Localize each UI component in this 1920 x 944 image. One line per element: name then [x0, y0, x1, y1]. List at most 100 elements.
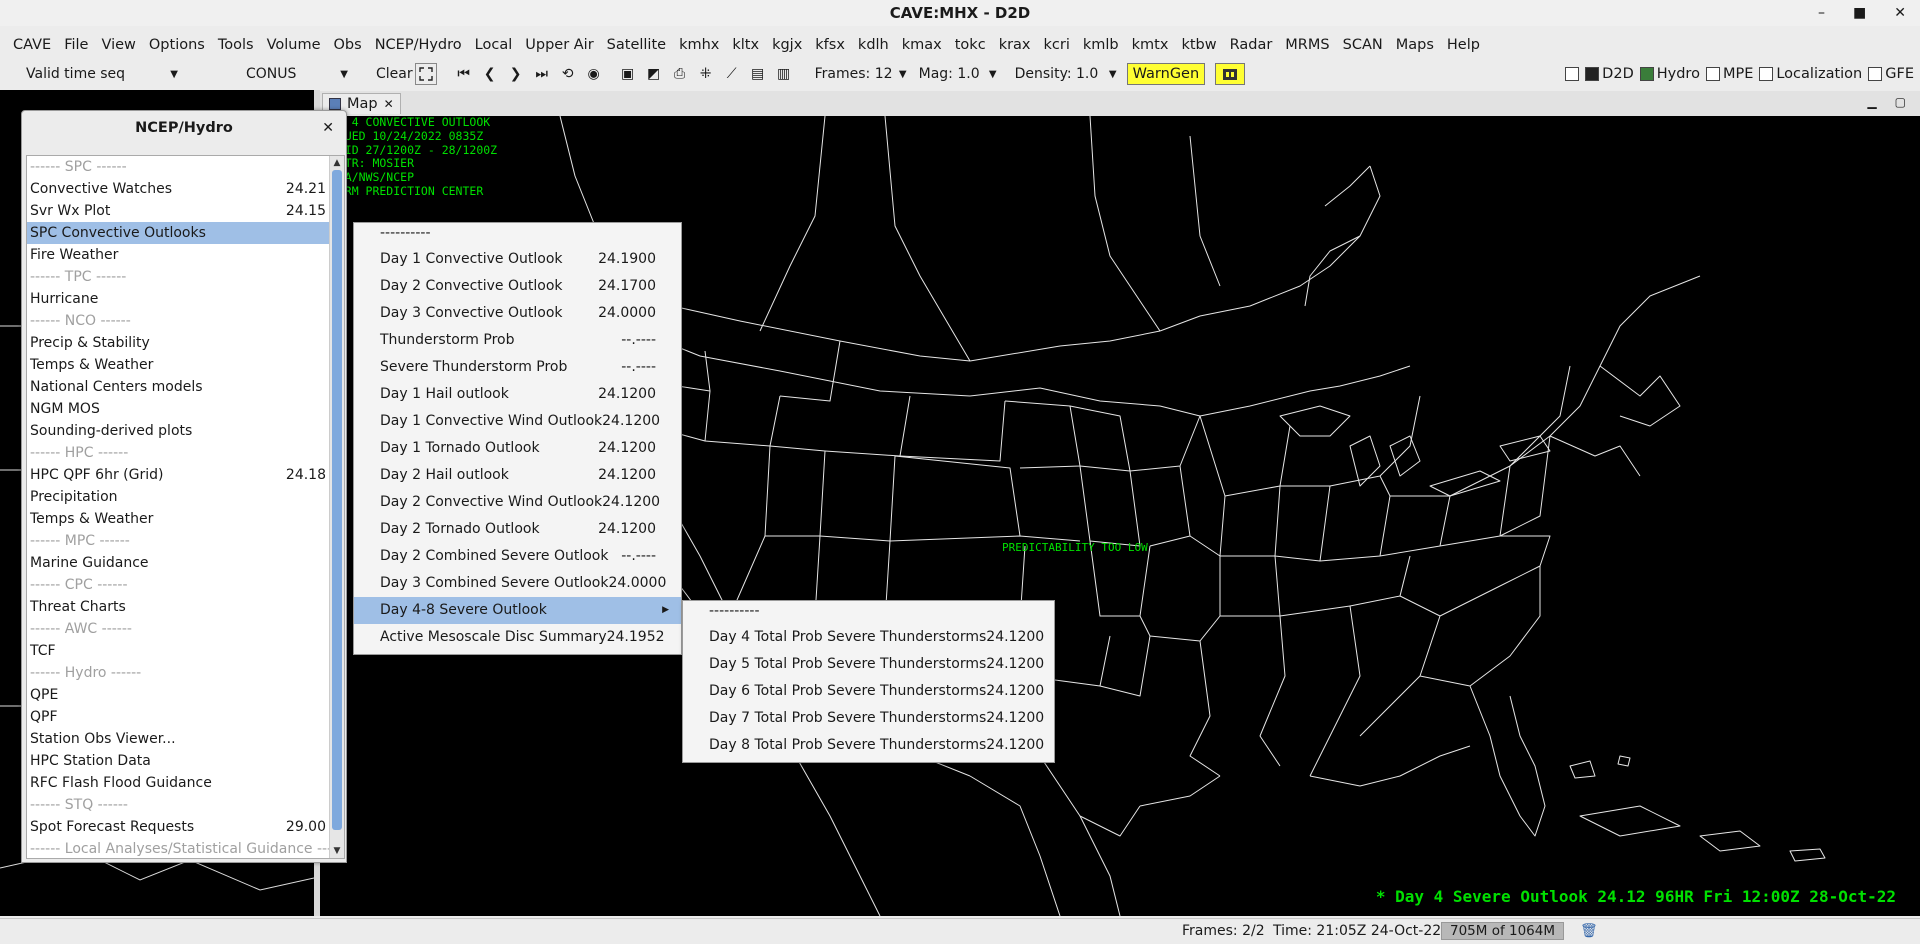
menu-cave[interactable]: CAVE — [7, 37, 58, 53]
image-combination-icon[interactable]: ◩ — [643, 63, 665, 85]
menu-item[interactable]: Day 7 Total Prob Severe Thunderstorms 24.… — [683, 705, 1054, 732]
menu-item[interactable]: Day 1 Tornado Outlook 24.1200 — [354, 435, 681, 462]
list-item[interactable]: Marine Guidance — [27, 552, 330, 574]
menu-local[interactable]: Local — [469, 37, 520, 53]
list-item[interactable]: Spot Forecast Requests 29.00 — [27, 816, 330, 838]
open-perspective-icon[interactable] — [1565, 67, 1580, 81]
menu-kmlb[interactable]: kmlb — [1077, 37, 1126, 53]
menu-item[interactable]: Day 1 Convective Wind Outlook 24.1200 — [354, 408, 681, 435]
menu-item[interactable]: Day 1 Hail outlook 24.1200 — [354, 381, 681, 408]
legend-icon[interactable]: ▤ — [747, 63, 769, 85]
list-item[interactable]: RFC Flash Flood Guidance — [27, 772, 330, 794]
menu-item[interactable]: Day 5 Total Prob Severe Thunderstorms 24.… — [683, 651, 1054, 678]
menu-item[interactable]: Day 2 Convective Wind Outlook 24.1200 — [354, 489, 681, 516]
mag-select[interactable]: Mag: 1.0 ▼ — [915, 63, 1001, 85]
menu-file[interactable]: File — [58, 37, 95, 53]
menu-kmhx[interactable]: kmhx — [673, 37, 726, 53]
menu-item[interactable]: Severe Thunderstorm Prob --.---- — [354, 354, 681, 381]
close-icon[interactable]: ✕ — [322, 111, 334, 145]
scrollbar[interactable]: ▲ ▼ — [329, 156, 344, 858]
swap-pane-icon[interactable]: ▥ — [773, 63, 795, 85]
image-properties-icon[interactable]: ▣ — [617, 63, 639, 85]
garbage-collect-icon[interactable]: 🗑 — [1580, 923, 1598, 939]
close-window-button[interactable]: ✕ — [1894, 0, 1906, 26]
menu-options[interactable]: Options — [143, 37, 212, 53]
menu-item[interactable]: Day 1 Convective Outlook 24.1900 — [354, 246, 681, 273]
step-forward-icon[interactable]: ❯ — [505, 63, 527, 85]
frames-select[interactable]: Frames: 12 ▼ — [811, 63, 911, 85]
zoom-extent-icon[interactable] — [414, 63, 437, 85]
menu-item[interactable]: Day 3 Combined Severe Outlook 24.0000 — [354, 570, 681, 597]
list-item[interactable]: Temps & Weather — [27, 508, 330, 530]
menu-ktbw[interactable]: ktbw — [1175, 37, 1223, 53]
perspective-hydro[interactable]: Hydro — [1639, 66, 1700, 82]
step-back-icon[interactable]: ❮ — [479, 63, 501, 85]
list-item[interactable]: Svr Wx Plot 24.15 — [27, 200, 330, 222]
list-item[interactable]: National Centers models — [27, 376, 330, 398]
list-item[interactable]: Hurricane — [27, 288, 330, 310]
list-item[interactable]: NGM MOS — [27, 398, 330, 420]
menu-kcri[interactable]: kcri — [1038, 37, 1077, 53]
close-tab-icon[interactable]: ✕ — [384, 97, 394, 111]
menu-item[interactable]: Day 2 Combined Severe Outlook --.---- — [354, 543, 681, 570]
menu-obs[interactable]: Obs — [328, 37, 369, 53]
menu-item[interactable]: Day 2 Tornado Outlook 24.1200 — [354, 516, 681, 543]
menu-item[interactable]: Day 4 Total Prob Severe Thunderstorms 24.… — [683, 624, 1054, 651]
print-icon[interactable]: ⎙ — [669, 63, 691, 85]
list-item[interactable]: Fire Weather — [27, 244, 330, 266]
menu-item[interactable]: Thunderstorm Prob --.---- — [354, 327, 681, 354]
menu-tokc[interactable]: tokc — [949, 37, 993, 53]
time-mode-select[interactable]: Valid time seq ▼ — [22, 63, 182, 85]
list-item[interactable]: TCF — [27, 640, 330, 662]
menu-krax[interactable]: krax — [993, 37, 1038, 53]
perspective-d2d[interactable]: D2D — [1585, 66, 1634, 82]
menu-scan[interactable]: SCAN — [1337, 37, 1390, 53]
perspective-mpe[interactable]: MPE — [1705, 66, 1753, 82]
density-select[interactable]: Density: 1.0 ▼ — [1011, 63, 1121, 85]
clear-button[interactable]: Clear — [376, 66, 413, 82]
scrollbar-thumb[interactable] — [332, 170, 342, 830]
panel-layout-icon[interactable]: ⟋ — [721, 63, 743, 85]
list-item[interactable]: Convective Watches 24.21 — [27, 178, 330, 200]
list-item[interactable]: Station Obs Viewer... — [27, 728, 330, 750]
list-item[interactable]: Threat Charts — [27, 596, 330, 618]
perspective-gfe[interactable]: GFE — [1868, 66, 1914, 82]
sample-icon[interactable]: ⁜ — [695, 63, 717, 85]
menu-mrms[interactable]: MRMS — [1279, 37, 1336, 53]
list-item[interactable]: Temps & Weather — [27, 354, 330, 376]
scale-select[interactable]: CONUS ▼ — [242, 63, 352, 85]
product-legend[interactable]: * Day 4 Severe Outlook 24.12 96HR Fri 12… — [1376, 887, 1896, 906]
loop-properties-icon[interactable]: ◉ — [583, 63, 605, 85]
menu-kmax[interactable]: kmax — [896, 37, 949, 53]
maximize-pane-icon[interactable]: ▢ — [1895, 95, 1906, 109]
menu-maps[interactable]: Maps — [1390, 37, 1441, 53]
warngen-button[interactable]: WarnGen — [1126, 63, 1206, 85]
list-item[interactable]: Sounding-derived plots — [27, 420, 330, 442]
list-item[interactable]: QPF — [27, 706, 330, 728]
menu-item[interactable]: Day 6 Total Prob Severe Thunderstorms 24.… — [683, 678, 1054, 705]
menu-radar[interactable]: Radar — [1224, 37, 1280, 53]
menu-upper-air[interactable]: Upper Air — [519, 37, 600, 53]
list-item[interactable]: HPC Station Data — [27, 750, 330, 772]
menu-kdlh[interactable]: kdlh — [852, 37, 896, 53]
menu-item[interactable]: Day 8 Total Prob Severe Thunderstorms 24.… — [683, 732, 1054, 759]
menu-item[interactable]: Day 4-8 Severe Outlook ▶ — [354, 597, 681, 624]
menu-tools[interactable]: Tools — [212, 37, 261, 53]
menu-kfsx[interactable]: kfsx — [809, 37, 852, 53]
menu-item[interactable]: Day 2 Convective Outlook 24.1700 — [354, 273, 681, 300]
menu-item[interactable]: Day 3 Convective Outlook 24.0000 — [354, 300, 681, 327]
maximize-button[interactable]: ■ — [1853, 0, 1866, 26]
menu-volume[interactable]: Volume — [261, 37, 328, 53]
list-item[interactable]: SPC Convective Outlooks — [27, 222, 330, 244]
scroll-down-icon[interactable]: ▼ — [330, 844, 344, 858]
menu-item[interactable]: Day 2 Hail outlook 24.1200 — [354, 462, 681, 489]
list-item[interactable]: Precip & Stability — [27, 332, 330, 354]
menu-view[interactable]: View — [95, 37, 142, 53]
menu-item[interactable]: Active Mesoscale Disc Summary 24.1952 — [354, 624, 681, 651]
list-item[interactable]: Precipitation — [27, 486, 330, 508]
menu-ncep-hydro[interactable]: NCEP/Hydro — [369, 37, 469, 53]
menu-kgjx[interactable]: kgjx — [766, 37, 809, 53]
first-frame-icon[interactable]: ⏮ — [453, 63, 475, 85]
scroll-up-icon[interactable]: ▲ — [330, 156, 344, 170]
menu-kmtx[interactable]: kmtx — [1126, 37, 1176, 53]
